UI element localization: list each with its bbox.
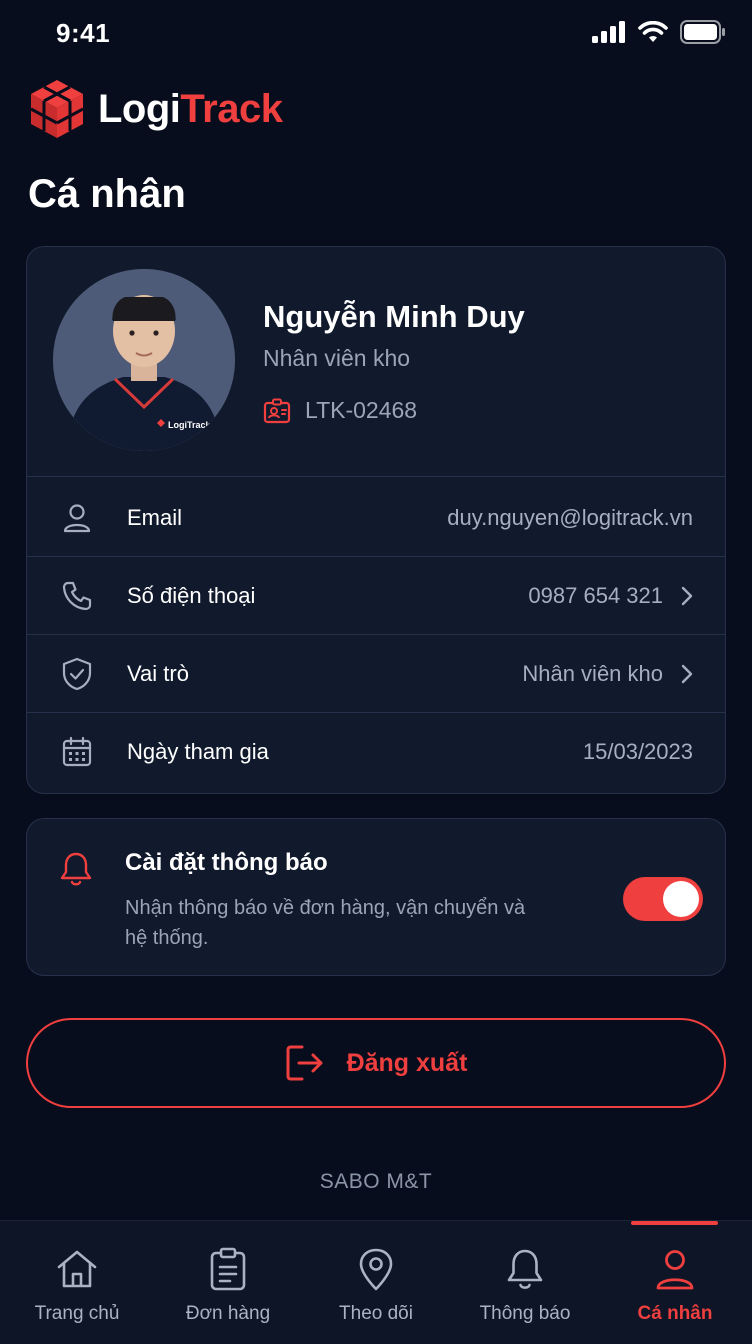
nav-item-notifications[interactable]: Thông báo — [450, 1221, 600, 1344]
profile-screen: 9:41 LogiTrack Cá nhân LogiTrack Nguyễn … — [0, 0, 752, 1344]
profile-role: Nhân viên kho — [263, 345, 411, 371]
user-icon — [59, 500, 95, 536]
employee-id: LTK-02468 — [263, 397, 417, 424]
footer-brand: SABO M&T — [319, 1170, 433, 1193]
home-icon — [55, 1247, 99, 1291]
profile-card: LogiTrack Nguyễn Minh Duy Nhân viên kho … — [26, 246, 726, 794]
join-date-value: 15/03/2023 — [582, 739, 693, 764]
notification-settings-description: Nhận thông báo về đơn hàng, vận chuyển v… — [125, 897, 526, 949]
bell-icon — [505, 1247, 545, 1291]
map-pin-icon — [356, 1247, 396, 1291]
brand-name-part2: Track — [180, 86, 283, 131]
user-icon — [654, 1247, 696, 1291]
employee-id-value: LTK-02468 — [305, 397, 418, 423]
brand-name-part1: Logi — [98, 86, 181, 131]
nav-label-tracking: Theo dõi — [339, 1303, 413, 1324]
notification-settings-card: Cài đặt thông báo Nhận thông báo về đơn … — [26, 818, 726, 976]
nav-label-home: Trang chủ — [34, 1303, 120, 1324]
page-title: Cá nhân — [28, 172, 186, 216]
info-row-email[interactable]: Email duy.nguyen@logitrack.vn — [27, 479, 725, 557]
logout-label: Đăng xuất — [346, 1048, 468, 1077]
nav-item-profile[interactable]: Cá nhân — [600, 1221, 750, 1344]
info-value-join-date: 15/03/2023 — [583, 739, 693, 765]
avatar-shirt-logo: LogiTrack — [168, 420, 212, 430]
info-row-role[interactable]: Vai trò Nhân viên kho — [27, 635, 725, 713]
battery-icon — [680, 20, 725, 44]
nav-label-notifications: Thông báo — [479, 1303, 571, 1324]
signal-icon — [592, 21, 625, 43]
info-label-role: Vai trò — [127, 660, 189, 686]
clipboard-icon — [208, 1247, 248, 1291]
avatar-image: LogiTrack — [53, 269, 235, 451]
nav-item-orders[interactable]: Đơn hàng — [153, 1221, 303, 1344]
shield-icon — [59, 656, 95, 692]
avatar[interactable]: LogiTrack — [53, 269, 235, 451]
phone-value: 0987 654 321 — [528, 582, 663, 608]
toggle-knob — [663, 881, 699, 917]
nav-label-orders: Đơn hàng — [185, 1303, 271, 1324]
info-label-email: Email — [127, 504, 183, 530]
email-value: duy.nguyen@logitrack.vn — [447, 504, 693, 530]
bottom-nav: Trang chủ Đơn hàng Theo dõi Thông báo Cá… — [0, 1220, 752, 1344]
info-value-role: Nhân viên kho — [522, 661, 693, 687]
chevron-right-icon — [681, 586, 693, 605]
phone-icon — [59, 578, 95, 614]
bell-icon — [59, 851, 93, 892]
info-row-phone[interactable]: Số điện thoại 0987 654 321 — [27, 557, 725, 635]
status-icons — [592, 20, 726, 44]
id-badge-icon — [263, 398, 291, 423]
brand-name: LogiTrack — [98, 86, 283, 132]
notification-settings-title: Cài đặt thông báo — [125, 849, 328, 876]
info-value-phone: 0987 654 321 — [528, 583, 693, 609]
calendar-icon — [59, 734, 95, 770]
logout-button[interactable]: Đăng xuất — [26, 1018, 726, 1108]
brand-logo: LogiTrack — [28, 78, 283, 140]
profile-name: Nguyễn Minh Duy — [263, 299, 525, 334]
logo-cube-icon — [30, 80, 84, 138]
nav-item-home[interactable]: Trang chủ — [2, 1221, 152, 1344]
profile-header: LogiTrack Nguyễn Minh Duy Nhân viên kho … — [27, 247, 725, 477]
notification-toggle[interactable] — [623, 877, 703, 921]
nav-item-tracking[interactable]: Theo dõi — [301, 1221, 451, 1344]
status-bar: 9:41 — [0, 0, 752, 66]
chevron-right-icon — [681, 664, 693, 683]
logout-icon — [286, 1045, 323, 1081]
nav-label-profile: Cá nhân — [637, 1303, 713, 1324]
wifi-icon — [638, 21, 668, 42]
status-time: 9:41 — [56, 18, 111, 48]
info-value-email: duy.nguyen@logitrack.vn — [447, 505, 693, 531]
role-value: Nhân viên kho — [522, 660, 663, 686]
info-label-phone: Số điện thoại — [127, 582, 256, 608]
info-row-join-date: Ngày tham gia 15/03/2023 — [27, 713, 725, 791]
info-label-join-date: Ngày tham gia — [127, 739, 269, 764]
